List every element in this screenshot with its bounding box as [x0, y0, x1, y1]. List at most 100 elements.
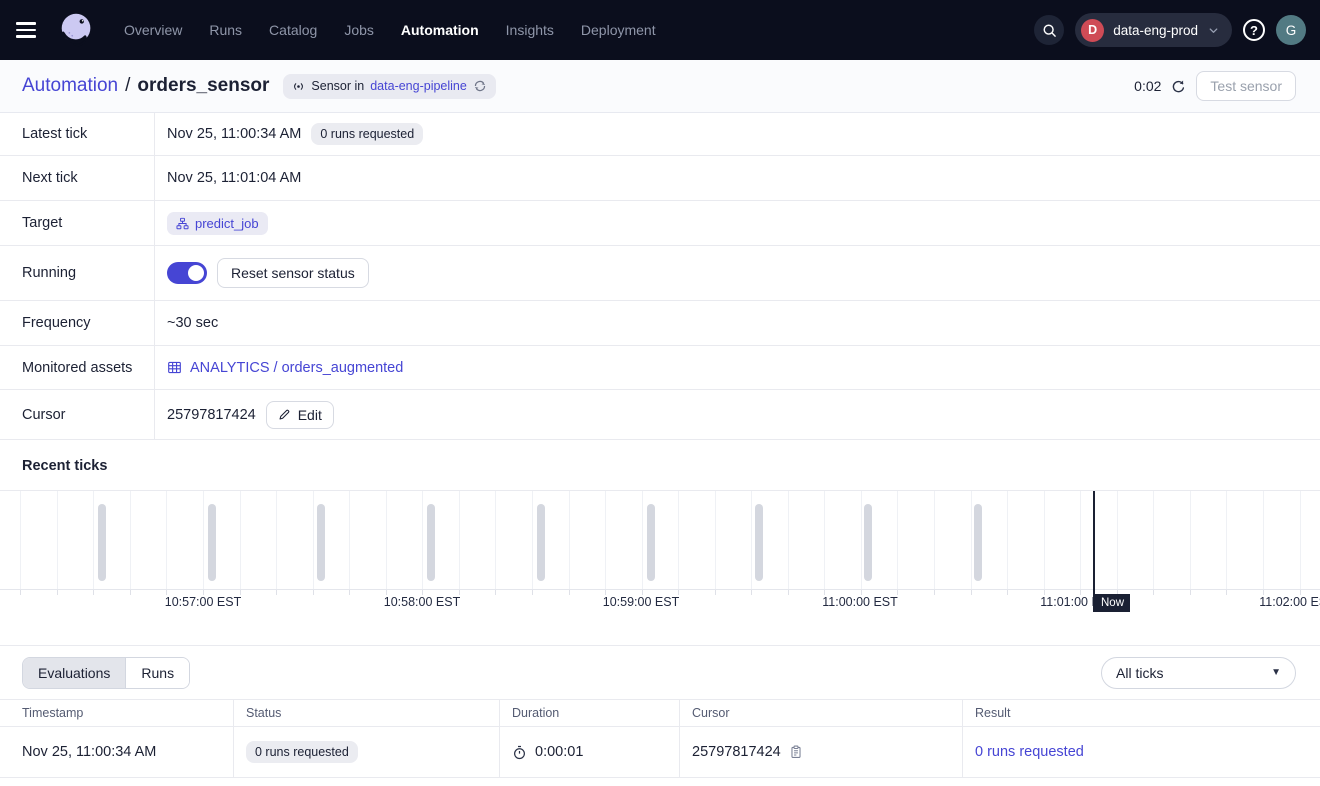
chart-gridline	[130, 491, 131, 589]
chart-gridline	[605, 491, 606, 589]
table-row: Nov 25, 11:00:34 AM 0 runs requested 0:0…	[0, 727, 1320, 778]
nav-item-runs[interactable]: Runs	[209, 22, 242, 38]
monitored-asset-link[interactable]: ANALYTICS / orders_augmented	[167, 360, 403, 376]
row-target: Target predict_job	[0, 201, 1320, 246]
help-button[interactable]: ?	[1243, 19, 1265, 41]
row-cursor: Cursor 25797817424 Edit	[0, 390, 1320, 440]
axis-tick-label: 10:57:00 EST	[165, 595, 241, 609]
tick-status-badge: 0 runs requested	[246, 741, 358, 763]
axis-tick-mark	[313, 590, 314, 595]
chart-gridline	[166, 491, 167, 589]
axis-tick-mark	[93, 590, 94, 595]
chart-gridline	[386, 491, 387, 589]
tab-evaluations[interactable]: Evaluations	[23, 658, 125, 688]
chart-gridline	[532, 491, 533, 589]
edit-cursor-button[interactable]: Edit	[266, 401, 334, 429]
chart-gridline	[642, 491, 643, 589]
chart-gridline	[788, 491, 789, 589]
axis-tick-mark	[130, 590, 131, 595]
target-label: Target	[0, 201, 155, 245]
avatar-initial: G	[1286, 23, 1297, 38]
chart-gridline	[1080, 491, 1081, 589]
chart-gridline	[1263, 491, 1264, 589]
nav-item-overview[interactable]: Overview	[124, 22, 182, 38]
nav-item-deployment[interactable]: Deployment	[581, 22, 656, 38]
chart-gridline	[203, 491, 204, 589]
sensor-tick-bar[interactable]	[98, 504, 106, 581]
latest-tick-label: Latest tick	[0, 113, 155, 155]
axis-tick-mark	[276, 590, 277, 595]
top-nav: Overview Runs Catalog Jobs Automation In…	[0, 0, 1320, 60]
user-avatar[interactable]: G	[1276, 15, 1306, 45]
tick-result-link[interactable]: 0 runs requested	[975, 744, 1084, 760]
tick-filter-value: All ticks	[1116, 665, 1163, 681]
tick-timestamp: Nov 25, 11:00:34 AM	[22, 744, 156, 760]
nav-item-catalog[interactable]: Catalog	[269, 22, 317, 38]
hamburger-menu-icon[interactable]	[16, 22, 42, 37]
tab-runs[interactable]: Runs	[125, 658, 189, 688]
dagster-logo-icon[interactable]	[56, 9, 98, 51]
sensor-tick-bar[interactable]	[755, 504, 763, 581]
axis-tick-mark	[1153, 590, 1154, 595]
tick-filter-dropdown[interactable]: All ticks ▼	[1101, 657, 1296, 689]
sensor-tick-bar[interactable]	[537, 504, 545, 581]
sync-icon[interactable]	[473, 79, 487, 93]
reset-sensor-status-label: Reset sensor status	[231, 265, 355, 281]
sensor-tick-bar[interactable]	[647, 504, 655, 581]
axis-tick-label: 11:02:00 EST	[1259, 595, 1320, 609]
deployment-badge: D	[1081, 19, 1104, 42]
view-tabs: Evaluations Runs	[22, 657, 190, 689]
running-label: Running	[0, 246, 155, 300]
pencil-icon	[278, 408, 291, 421]
row-latest-tick: Latest tick Nov 25, 11:00:34 AM 0 runs r…	[0, 113, 1320, 156]
breadcrumb-automation-link[interactable]: Automation	[22, 75, 118, 97]
job-icon	[176, 217, 189, 230]
sensor-tick-bar[interactable]	[864, 504, 872, 581]
ticks-table: Timestamp Status Duration Cursor Result …	[0, 699, 1320, 778]
axis-tick-mark	[1007, 590, 1008, 595]
nav-item-jobs[interactable]: Jobs	[344, 22, 374, 38]
nav-links: Overview Runs Catalog Jobs Automation In…	[124, 22, 656, 38]
copy-icon[interactable]	[789, 745, 803, 759]
refresh-icon[interactable]	[1171, 79, 1186, 94]
chart-gridline	[1117, 491, 1118, 589]
test-sensor-button[interactable]: Test sensor	[1196, 71, 1296, 101]
next-tick-value: Nov 25, 11:01:04 AM	[167, 170, 301, 186]
sensor-tick-bar[interactable]	[427, 504, 435, 581]
axis-tick-mark	[1226, 590, 1227, 595]
nav-item-automation[interactable]: Automation	[401, 22, 479, 38]
chart-gridline	[495, 491, 496, 589]
chart-gridline	[459, 491, 460, 589]
axis-tick-mark	[715, 590, 716, 595]
next-tick-label: Next tick	[0, 156, 155, 200]
sensor-tick-bar[interactable]	[208, 504, 216, 581]
frequency-value: ~30 sec	[167, 315, 218, 331]
target-job-chip[interactable]: predict_job	[167, 212, 268, 235]
axis-tick-label: 10:59:00 EST	[603, 595, 679, 609]
running-toggle[interactable]	[167, 262, 207, 284]
chart-gridline	[349, 491, 350, 589]
chart-gridline	[57, 491, 58, 589]
sensor-tick-bar[interactable]	[974, 504, 982, 581]
cursor-value: 25797817424	[167, 407, 256, 423]
chart-gridline	[93, 491, 94, 589]
reset-sensor-status-button[interactable]: Reset sensor status	[217, 258, 369, 288]
sensor-details: Latest tick Nov 25, 11:00:34 AM 0 runs r…	[0, 113, 1320, 440]
deployment-switcher[interactable]: D data-eng-prod	[1075, 13, 1232, 47]
chart-gridline	[934, 491, 935, 589]
col-status: Status	[233, 700, 499, 726]
breadcrumb: Automation / orders_sensor	[22, 75, 269, 97]
sensor-icon	[292, 80, 305, 93]
chart-gridline	[569, 491, 570, 589]
nav-item-insights[interactable]: Insights	[506, 22, 554, 38]
chart-gridline	[678, 491, 679, 589]
axis-tick-mark	[495, 590, 496, 595]
table-header-row: Timestamp Status Duration Cursor Result	[0, 700, 1320, 727]
row-monitored-assets: Monitored assets ANALYTICS / orders_augm…	[0, 346, 1320, 390]
code-location-link[interactable]: data-eng-pipeline	[370, 79, 467, 93]
chart-gridline	[276, 491, 277, 589]
deployment-name: data-eng-prod	[1113, 23, 1198, 38]
axis-tick-mark	[1190, 590, 1191, 595]
sensor-tick-bar[interactable]	[317, 504, 325, 581]
search-button[interactable]	[1034, 15, 1064, 45]
